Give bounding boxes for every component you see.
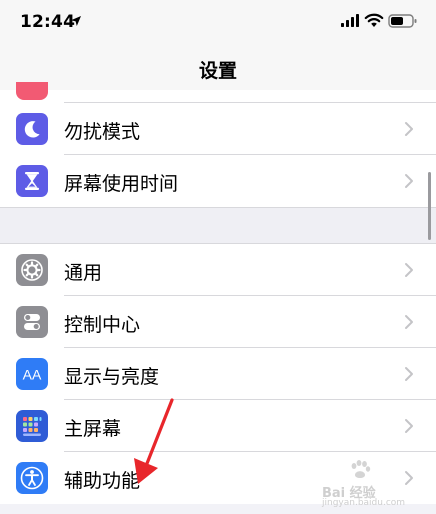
gear-icon <box>16 254 48 286</box>
settings-row-control-center[interactable]: 控制中心 <box>0 296 436 348</box>
settings-row-do-not-disturb[interactable]: 勿扰模式 <box>0 103 436 155</box>
moon-icon <box>16 113 48 145</box>
chevron-right-icon <box>405 174 413 188</box>
aa-icon-text: AA <box>23 367 42 383</box>
settings-row-display-brightness[interactable]: AA 显示与亮度 <box>0 348 436 400</box>
chevron-right-icon <box>405 122 413 136</box>
home-grid-icon <box>16 410 48 442</box>
settings-row-general[interactable]: 通用 <box>0 244 436 296</box>
page-title: 设置 <box>198 60 237 82</box>
location-arrow-icon <box>71 16 81 26</box>
toggles-icon <box>16 306 48 338</box>
section-gap <box>0 207 436 244</box>
battery-icon <box>388 14 417 28</box>
scroll-indicator[interactable] <box>428 172 431 240</box>
row-label: 通用 <box>64 262 103 284</box>
row-label: 屏幕使用时间 <box>64 173 179 195</box>
accessibility-icon <box>16 462 48 494</box>
status-time: 12:44 <box>20 12 76 32</box>
notifications-icon <box>16 82 48 100</box>
chevron-right-icon <box>405 263 413 277</box>
status-bar: 12:44 <box>0 0 436 44</box>
chevron-right-icon <box>405 315 413 329</box>
chevron-right-icon <box>405 419 413 433</box>
annotation-arrow-icon <box>134 398 174 484</box>
row-label: 控制中心 <box>64 314 141 336</box>
partially-hidden-row[interactable] <box>16 82 436 103</box>
row-label: 主屏幕 <box>64 418 122 440</box>
watermark: Bai 经验 jingyan.baidu.com <box>318 458 428 508</box>
settings-row-screen-time[interactable]: 屏幕使用时间 <box>0 155 436 207</box>
navigation-bar: 设置 <box>0 44 436 90</box>
settings-row-home-screen[interactable]: 主屏幕 <box>0 400 436 452</box>
wifi-icon <box>364 13 384 27</box>
signal-icon <box>341 14 359 27</box>
aa-icon: AA <box>16 358 48 390</box>
settings-group-top: 勿扰模式 屏幕使用时间 <box>0 82 436 207</box>
chevron-right-icon <box>405 367 413 381</box>
row-label: 勿扰模式 <box>64 121 141 143</box>
row-label: 显示与亮度 <box>64 366 160 388</box>
paw-logo-icon <box>351 460 371 478</box>
hourglass-icon <box>16 165 48 197</box>
watermark-url: jingyan.baidu.com <box>322 498 406 508</box>
